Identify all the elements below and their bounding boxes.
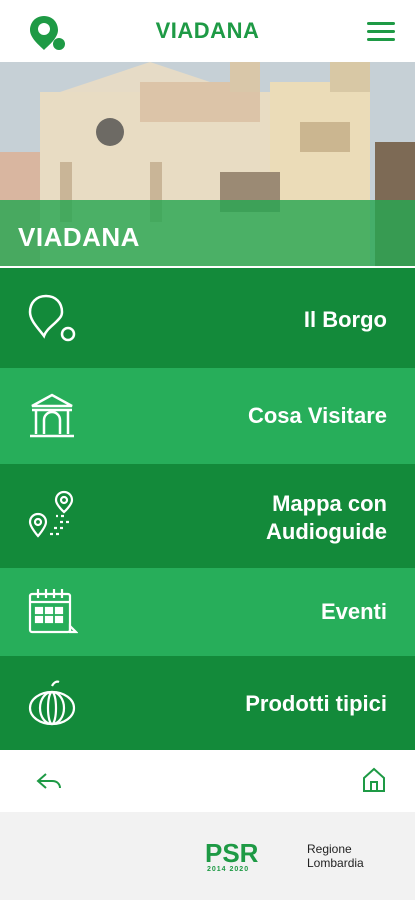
map-route-icon bbox=[28, 490, 74, 538]
psr-logo-years: 2014 2020 bbox=[207, 866, 250, 873]
hero-image: VIADANA bbox=[0, 62, 415, 268]
menu-label: Eventi bbox=[320, 599, 387, 624]
back-arrow-icon[interactable] bbox=[34, 768, 64, 794]
menu-label: Il Borgo bbox=[303, 307, 387, 332]
menu-label-line1: Mappa con bbox=[272, 491, 387, 516]
pumpkin-icon bbox=[28, 680, 76, 726]
hero-label: VIADANA bbox=[18, 222, 140, 252]
home-icon[interactable] bbox=[361, 766, 387, 794]
lombardia-line2: Lombardia bbox=[307, 856, 364, 870]
temple-icon bbox=[30, 393, 74, 438]
menu-item-prodotti-tipici[interactable]: Prodotti tipici bbox=[0, 656, 415, 750]
app-header: VIADANA bbox=[0, 0, 415, 62]
menu-item-eventi[interactable]: Eventi bbox=[0, 568, 415, 656]
menu-item-mappa-audioguide[interactable]: Mappa con Audioguide bbox=[0, 464, 415, 568]
regione-lombardia-text: Regione Lombardia bbox=[307, 842, 364, 870]
menu-item-cosa-visitare[interactable]: Cosa Visitare bbox=[0, 368, 415, 464]
calendar-icon bbox=[28, 589, 78, 634]
menu-label: Mappa con Audioguide bbox=[266, 490, 387, 546]
menu-label: Cosa Visitare bbox=[247, 403, 387, 428]
location-pin-icon bbox=[28, 294, 76, 342]
menu-label: Prodotti tipici bbox=[245, 691, 387, 716]
page-title: VIADANA bbox=[155, 18, 260, 43]
menu-label-line2: Audioguide bbox=[266, 519, 387, 544]
psr-logo-text: PSR bbox=[205, 838, 259, 868]
lombardia-line1: Regione bbox=[307, 842, 352, 856]
menu-item-il-borgo[interactable]: Il Borgo bbox=[0, 268, 415, 368]
hamburger-menu-icon[interactable] bbox=[367, 22, 395, 42]
